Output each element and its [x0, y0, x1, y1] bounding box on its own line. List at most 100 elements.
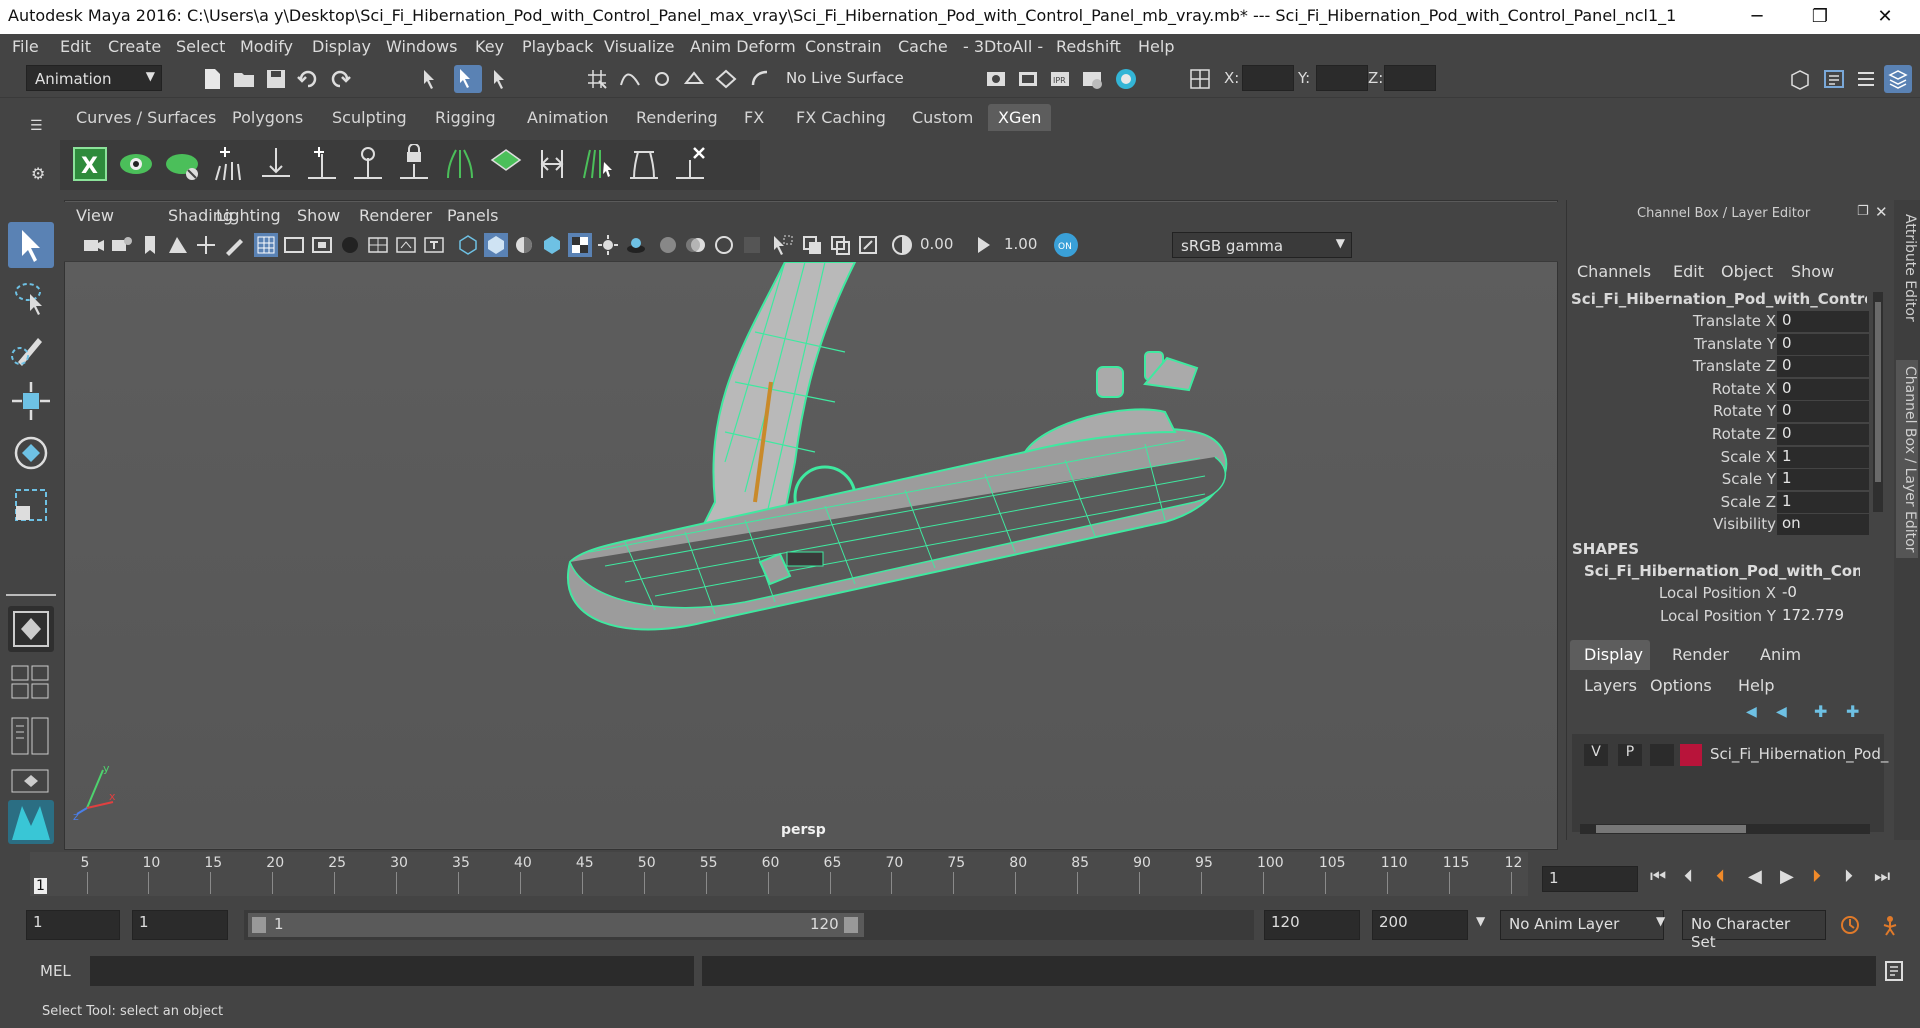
safe-title-icon[interactable] — [422, 233, 446, 257]
channel-value-field[interactable]: 1 — [1777, 469, 1869, 491]
channel-value-field[interactable]: 1 — [1777, 491, 1869, 513]
step-back-key-icon[interactable]: ⏴ — [1716, 866, 1725, 887]
step-back-frame-icon[interactable]: ⏴ — [1684, 866, 1693, 887]
motion-blur-icon[interactable] — [684, 233, 708, 257]
snap-grid-icon[interactable] — [585, 67, 609, 91]
select-object-icon[interactable] — [454, 65, 482, 93]
chevron-down-icon[interactable]: ▼ — [1476, 914, 1485, 928]
shape-channel-label[interactable]: Local Position Y — [1576, 607, 1776, 625]
snap-curve-icon[interactable] — [618, 67, 642, 91]
channel-label[interactable]: Translate Z — [1576, 357, 1776, 375]
viewport-menu-panels[interactable]: Panels — [447, 206, 499, 225]
channel-label[interactable]: Rotate Y — [1576, 402, 1776, 420]
move-tool-icon[interactable] — [8, 378, 54, 424]
smooth-shade-icon[interactable] — [484, 233, 508, 257]
cb-menu-channels[interactable]: Channels — [1577, 262, 1651, 281]
cb-menu-object[interactable]: Object — [1721, 262, 1773, 281]
live-surface-field[interactable]: No Live Surface — [778, 65, 926, 91]
xgen-move-guide-icon[interactable] — [256, 144, 296, 184]
cb-menu-edit[interactable]: Edit — [1673, 262, 1704, 281]
make-live-icon[interactable] — [748, 67, 772, 91]
isolate-select-icon[interactable] — [770, 233, 794, 257]
layer-list-h-scrollbar[interactable] — [1580, 824, 1870, 834]
range-slider-handle[interactable]: 1 120 — [248, 913, 864, 937]
menu-help[interactable]: Help — [1138, 37, 1174, 56]
snap-point-icon[interactable] — [650, 67, 674, 91]
layer-row[interactable]: V P Sci_Fi_Hibernation_Pod_ — [1578, 742, 1888, 768]
film-gate-icon[interactable] — [282, 233, 306, 257]
close-panel-icon[interactable]: ✕ — [1875, 203, 1888, 221]
channel-value-field[interactable]: 0 — [1777, 378, 1869, 400]
channel-label[interactable]: Rotate Z — [1576, 425, 1776, 443]
animation-start-input[interactable]: 1 — [26, 910, 120, 940]
maximize-button[interactable]: ❐ — [1797, 3, 1843, 31]
range-start-grip[interactable] — [252, 917, 266, 933]
menu-constrain[interactable]: Constrain — [805, 37, 882, 56]
menu-edit[interactable]: Edit — [60, 37, 91, 56]
shadows-icon[interactable] — [624, 233, 648, 257]
depth-of-field-icon[interactable] — [740, 233, 764, 257]
gamma-icon[interactable] — [972, 233, 996, 257]
tool-settings-toggle-icon[interactable] — [1854, 67, 1878, 91]
xgen-clear-preview-icon[interactable] — [164, 146, 200, 182]
float-panel-icon[interactable]: ❐ — [1857, 204, 1869, 219]
attribute-editor-toggle-icon[interactable] — [1822, 67, 1846, 91]
menu-create[interactable]: Create — [108, 37, 161, 56]
channel-value-field[interactable]: 0 — [1777, 311, 1869, 332]
shelf-settings-icon[interactable]: ⚙ — [31, 164, 45, 183]
command-language-label[interactable]: MEL — [40, 962, 71, 980]
character-set-dropdown[interactable]: No Character Set — [1682, 910, 1826, 951]
xgen-lock-guide-icon[interactable] — [394, 143, 434, 184]
layer-color-swatch[interactable] — [1680, 744, 1702, 766]
script-editor-icon[interactable] — [1882, 959, 1906, 983]
channel-label[interactable]: Scale Y — [1576, 470, 1776, 488]
selected-object-name[interactable]: Sci_Fi_Hibernation_Pod_with_Control_... — [1571, 290, 1867, 308]
shelf-tab-curves-surfaces[interactable]: Curves / Surfaces — [66, 104, 226, 131]
layer-display-type-toggle[interactable] — [1650, 744, 1674, 766]
grid-toggle-icon[interactable] — [254, 233, 278, 257]
exposure-icon[interactable] — [890, 233, 914, 257]
xgen-delete-guide-icon[interactable] — [670, 144, 710, 184]
channel-value-field[interactable]: 1 — [1777, 446, 1869, 468]
menu-display[interactable]: Display — [312, 37, 371, 56]
current-time-marker[interactable]: 1 — [34, 878, 47, 894]
close-button[interactable]: ✕ — [1862, 3, 1908, 31]
resolution-gate-icon[interactable] — [310, 233, 334, 257]
select-component-icon[interactable] — [490, 67, 514, 91]
channel-value-field[interactable]: on — [1777, 514, 1869, 536]
render-settings-icon[interactable] — [1080, 67, 1104, 91]
y-coordinate-input[interactable] — [1316, 65, 1368, 91]
step-forward-frame-icon[interactable]: ⏵ — [1844, 866, 1853, 887]
layer-tab-display[interactable]: Display — [1570, 640, 1650, 670]
menu-playback[interactable]: Playback — [522, 37, 593, 56]
layer-name[interactable]: Sci_Fi_Hibernation_Pod_ — [1710, 745, 1888, 763]
x-coordinate-input[interactable] — [1242, 65, 1294, 91]
four-view-layout-icon[interactable] — [8, 660, 54, 704]
shelf-tab-polygons[interactable]: Polygons — [222, 104, 313, 131]
menu-visualize[interactable]: Visualize — [604, 37, 674, 56]
menu-modify[interactable]: Modify — [240, 37, 293, 56]
range-end-grip[interactable] — [844, 917, 858, 933]
scale-tool-icon[interactable] — [8, 482, 54, 528]
attribute-editor-side-tab[interactable]: Attribute Editor — [1896, 214, 1918, 322]
go-to-start-icon[interactable]: ⏮ — [1650, 866, 1666, 887]
menu-key[interactable]: Key — [475, 37, 504, 56]
viewport-menu-lighting[interactable]: Lighting — [216, 206, 281, 225]
channel-box-scrollbar[interactable] — [1873, 292, 1883, 512]
xgen-select-guides-icon[interactable] — [578, 144, 618, 184]
exposure-value[interactable]: 0.00 — [920, 235, 953, 253]
new-layer-icon[interactable]: ✚ — [1814, 702, 1827, 721]
paint-select-tool-icon[interactable] — [8, 326, 54, 372]
xgen-guide-frame-icon[interactable] — [624, 144, 664, 184]
shelf-tab-rigging[interactable]: Rigging — [425, 104, 506, 131]
select-tool-icon[interactable] — [8, 222, 54, 268]
lasso-tool-icon[interactable] — [8, 274, 54, 320]
camera-icon[interactable] — [82, 233, 106, 257]
safe-action-icon[interactable] — [394, 233, 418, 257]
shelf-menu-icon[interactable]: ☰ — [30, 118, 43, 134]
xgen-add-guide-icon[interactable] — [210, 144, 250, 184]
layer-tab-render[interactable]: Render — [1672, 645, 1729, 664]
xgen-region-map-icon[interactable] — [486, 144, 526, 184]
camera-attributes-icon[interactable] — [110, 233, 134, 257]
anim-layer-dropdown[interactable]: No Anim Layer — [1500, 910, 1664, 940]
